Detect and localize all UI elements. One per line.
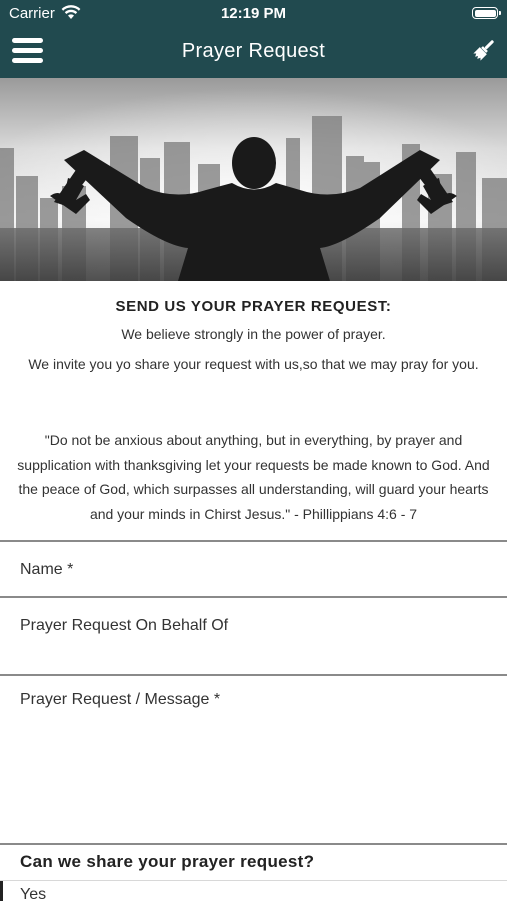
name-field[interactable]: Name * (20, 558, 73, 581)
hero-image (0, 78, 507, 281)
paintbrush-icon[interactable] (472, 38, 496, 62)
intro-heading: SEND US YOUR PRAYER REQUEST: (115, 298, 392, 315)
battery-icon (472, 7, 501, 19)
scripture-quote: "Do not be anxious about anything, but i… (17, 432, 490, 522)
intro-invitation: We invite you yo share your request with… (28, 356, 479, 372)
share-question: Can we share your prayer request? (20, 852, 315, 871)
page-title: Prayer Request (181, 40, 326, 62)
top-bar: Carrier 12:19 PM Prayer Request (0, 0, 507, 78)
on-behalf-field[interactable]: Prayer Request On Behalf Of (20, 614, 235, 637)
status-bar: Carrier 12:19 PM (0, 0, 507, 28)
share-answer: Yes (20, 886, 47, 903)
share-option[interactable]: Yes (0, 880, 507, 903)
divider (0, 596, 507, 598)
message-field[interactable]: Prayer Request / Message * (20, 688, 220, 711)
divider (0, 674, 507, 676)
intro-text: We believe strongly in the power of pray… (121, 326, 386, 342)
clock: 12:19 PM (220, 5, 287, 22)
divider (0, 843, 507, 845)
divider (0, 540, 507, 542)
selection-indicator (0, 881, 3, 901)
